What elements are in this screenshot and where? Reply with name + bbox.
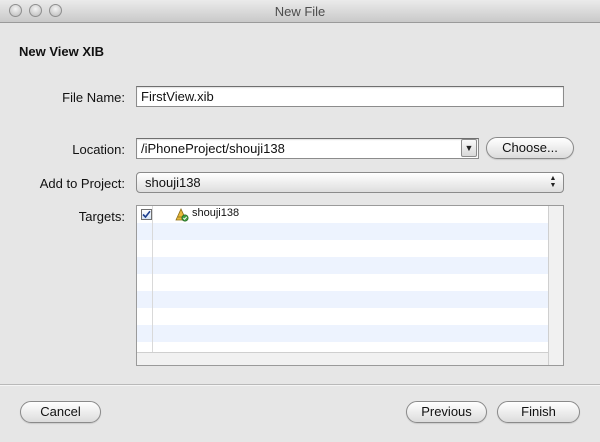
location-input[interactable]: /iPhoneProject/shouji138 (136, 138, 479, 159)
finish-button[interactable]: Finish (497, 401, 580, 423)
triangle-down-icon: ▼ (464, 143, 474, 153)
vertical-scrollbar[interactable] (548, 206, 563, 365)
targets-rows: shouji138 (137, 206, 548, 352)
targets-label: Targets: (78, 209, 125, 224)
target-name: shouji138 (192, 207, 240, 219)
location-label: Location: (72, 142, 125, 157)
target-checkbox[interactable] (141, 209, 152, 220)
file-name-label: File Name: (62, 90, 125, 105)
horizontal-scrollbar[interactable] (137, 352, 548, 365)
add-to-project-label: Add to Project: (39, 176, 125, 191)
add-to-project-popup[interactable]: shouji138 ▲ ▼ (136, 172, 564, 193)
location-dropdown-button[interactable]: ▼ (461, 139, 477, 157)
new-file-window: New File New View XIB File Name: FirstVi… (0, 0, 600, 442)
title-bar[interactable]: New File (0, 0, 600, 23)
table-row (137, 274, 548, 291)
page-title: New View XIB (19, 44, 105, 59)
file-name-input[interactable]: FirstView.xib (136, 86, 564, 107)
table-row (137, 325, 548, 342)
column-divider (152, 206, 153, 352)
table-row (137, 223, 548, 240)
divider (0, 384, 600, 386)
targets-table[interactable]: shouji138 (136, 205, 564, 366)
checkmark-icon (142, 210, 151, 219)
up-down-arrows-icon: ▲ ▼ (549, 175, 557, 189)
app-target-icon (175, 208, 189, 222)
table-row[interactable]: shouji138 (137, 206, 548, 223)
table-row (137, 291, 548, 308)
table-row (137, 308, 548, 325)
table-row (137, 240, 548, 257)
window-title: New File (274, 4, 326, 19)
add-to-project-value: shouji138 (145, 175, 201, 190)
previous-button[interactable]: Previous (406, 401, 487, 423)
choose-button[interactable]: Choose... (486, 137, 574, 159)
table-row (137, 257, 548, 274)
cancel-button[interactable]: Cancel (20, 401, 101, 423)
